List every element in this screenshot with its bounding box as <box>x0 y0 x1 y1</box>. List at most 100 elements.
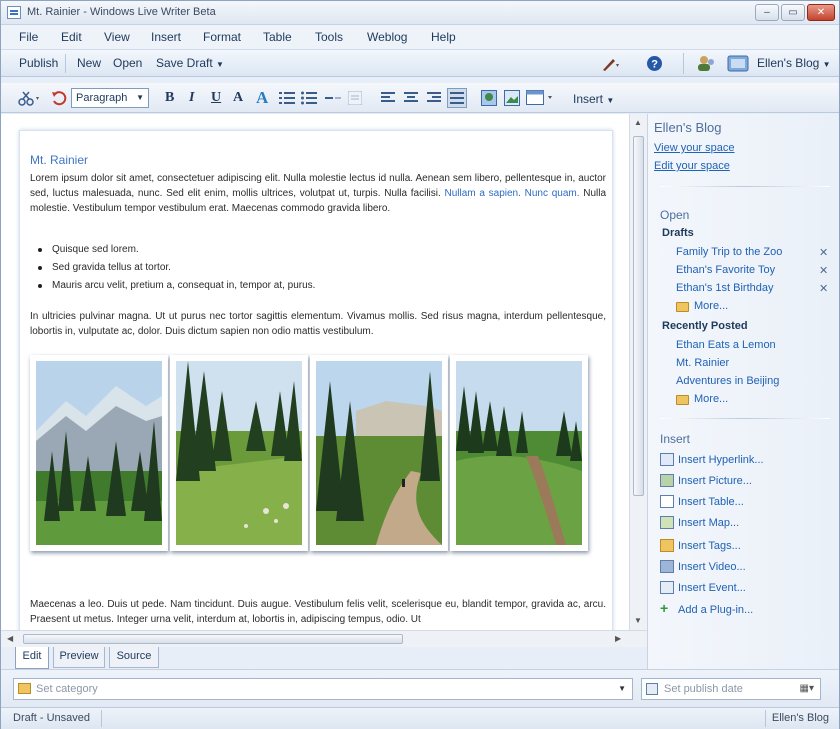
recent-post-item[interactable]: Ethan Eats a Lemon <box>676 339 776 351</box>
insert-hyperlink-link[interactable]: Insert Hyperlink... <box>678 454 764 466</box>
menu-format[interactable]: Format <box>203 30 241 44</box>
folder-icon <box>676 302 689 312</box>
date-picker-icon[interactable]: ▦▾ <box>800 679 814 699</box>
blog-icon[interactable] <box>727 55 749 72</box>
category-field[interactable]: Set category ▼ <box>13 678 633 700</box>
editor-vertical-scrollbar[interactable]: ▲ ▼ <box>629 114 647 630</box>
draft-item[interactable]: Ethan's 1st Birthday <box>676 282 774 294</box>
blockquote-icon[interactable] <box>348 91 362 105</box>
add-plugin-link[interactable]: Add a Plug-in... <box>678 604 753 616</box>
post-paragraph-1[interactable]: Lorem ipsum dolor sit amet, consectetuer… <box>30 171 606 216</box>
scroll-thumb[interactable] <box>633 136 644 496</box>
delete-draft-icon[interactable]: ✕ <box>819 246 828 259</box>
recent-more-link[interactable]: More... <box>694 393 728 405</box>
bullet-list-icon[interactable] <box>301 91 317 105</box>
save-draft-button[interactable]: Save Draft ▼ <box>156 56 224 70</box>
photo-trail[interactable] <box>310 355 448 551</box>
paragraph-style-select[interactable]: Paragraph ▼ <box>71 88 149 108</box>
post-title[interactable]: Mt. Rainier <box>30 153 88 167</box>
editor-area[interactable]: Mt. Rainier Lorem ipsum dolor sit amet, … <box>1 114 629 630</box>
undo-icon[interactable] <box>51 90 67 106</box>
style-brush-icon[interactable] <box>601 56 621 72</box>
post-paragraph-2[interactable]: In ultricies pulvinar magna. Ut ut purus… <box>30 309 606 339</box>
paragraph-style-value: Paragraph <box>76 92 128 104</box>
cut-icon[interactable] <box>17 91 43 107</box>
list-item[interactable]: Mauris arcu velit, pretium a, consequat … <box>30 277 590 295</box>
menu-edit[interactable]: Edit <box>61 30 82 44</box>
close-button[interactable]: ✕ <box>807 4 835 21</box>
photo-hillside[interactable] <box>450 355 588 551</box>
tab-edit[interactable]: Edit <box>15 647 49 669</box>
insert-table-icon[interactable] <box>526 90 554 106</box>
bullet-list[interactable]: Quisque sed lorem. Sed gravida tellus at… <box>30 241 590 295</box>
draft-item[interactable]: Ethan's Favorite Toy <box>676 264 775 276</box>
edit-space-link[interactable]: Edit your space <box>654 160 730 172</box>
numbered-list-icon[interactable] <box>279 91 295 105</box>
chevron-down-icon: ▼ <box>216 60 224 69</box>
font-size-button[interactable]: A <box>256 88 268 108</box>
insert-tags-link[interactable]: Insert Tags... <box>678 540 741 552</box>
view-space-link[interactable]: View your space <box>654 142 735 154</box>
insert-video-link[interactable]: Insert Video... <box>678 561 746 573</box>
menu-weblog[interactable]: Weblog <box>367 30 407 44</box>
scroll-up-icon[interactable]: ▲ <box>634 118 642 127</box>
picture-icon <box>660 474 674 487</box>
maximize-button[interactable]: ▭ <box>781 4 805 21</box>
insert-menu-button[interactable]: Insert ▼ <box>573 92 614 106</box>
menu-file[interactable]: File <box>19 30 38 44</box>
insert-table-link[interactable]: Insert Table... <box>678 496 744 508</box>
tab-source[interactable]: Source <box>109 647 159 668</box>
recent-post-item[interactable]: Mt. Rainier <box>676 357 729 369</box>
post-properties-bar: Set category ▼ Set publish date ▦▾ <box>1 669 839 707</box>
insert-picture-icon[interactable] <box>481 90 497 106</box>
underline-button[interactable]: U <box>211 90 221 106</box>
insert-event-link[interactable]: Insert Event... <box>678 582 746 594</box>
new-button[interactable]: New <box>77 56 101 70</box>
paragraph-link[interactable]: Nunc quam. <box>525 188 580 199</box>
draft-item[interactable]: Family Trip to the Zoo <box>676 246 782 258</box>
scroll-left-icon[interactable]: ◀ <box>7 634 13 643</box>
scroll-thumb[interactable] <box>23 634 403 644</box>
photo-meadow[interactable] <box>170 355 308 551</box>
align-right-icon[interactable] <box>427 91 441 105</box>
tab-preview[interactable]: Preview <box>53 647 105 668</box>
list-item[interactable]: Sed gravida tellus at tortor. <box>30 259 590 277</box>
scroll-right-icon[interactable]: ▶ <box>615 634 621 643</box>
minimize-button[interactable]: – <box>755 4 779 21</box>
blog-selector[interactable]: Ellen's Blog ▼ <box>757 56 831 70</box>
menu-tools[interactable]: Tools <box>315 30 343 44</box>
bold-button[interactable]: B <box>165 90 174 106</box>
publish-button[interactable]: Publish <box>19 56 58 70</box>
publish-date-field[interactable]: Set publish date ▦▾ <box>641 678 821 700</box>
justify-icon[interactable] <box>447 88 467 108</box>
insert-picture-link[interactable]: Insert Picture... <box>678 475 752 487</box>
hyperlink-icon[interactable] <box>324 92 342 104</box>
scroll-down-icon[interactable]: ▼ <box>634 616 642 625</box>
account-icon[interactable] <box>695 54 717 73</box>
open-button[interactable]: Open <box>113 56 142 70</box>
list-item[interactable]: Quisque sed lorem. <box>30 241 590 259</box>
insert-map-link[interactable]: Insert Map... <box>678 517 739 529</box>
help-icon[interactable]: ? <box>646 55 663 72</box>
editor-horizontal-scrollbar[interactable]: ◀ ▶ <box>1 630 647 647</box>
photo-mountain[interactable] <box>30 355 168 551</box>
delete-draft-icon[interactable]: ✕ <box>819 282 828 295</box>
menu-insert[interactable]: Insert <box>151 30 181 44</box>
chevron-down-icon[interactable]: ▼ <box>618 679 626 699</box>
delete-draft-icon[interactable]: ✕ <box>819 264 828 277</box>
paragraph-link[interactable]: Nullam a sapien. <box>445 188 521 199</box>
chevron-down-icon: ▼ <box>136 93 144 102</box>
font-color-button[interactable]: A <box>233 90 243 106</box>
italic-button[interactable]: I <box>189 90 194 106</box>
menu-help[interactable]: Help <box>431 30 456 44</box>
drafts-more-link[interactable]: More... <box>694 300 728 312</box>
recent-post-item[interactable]: Adventures in Beijing <box>676 375 779 387</box>
menu-view[interactable]: View <box>104 30 130 44</box>
post-paragraph-3[interactable]: Maecenas a leo. Duis ut pede. Nam tincid… <box>30 597 606 627</box>
menu-table[interactable]: Table <box>263 30 292 44</box>
align-center-icon[interactable] <box>404 91 418 105</box>
align-left-icon[interactable] <box>381 91 395 105</box>
post-page[interactable]: Mt. Rainier Lorem ipsum dolor sit amet, … <box>19 130 613 630</box>
insert-image-icon[interactable] <box>504 90 520 106</box>
sidebar: Ellen's Blog View your space Edit your s… <box>647 114 839 704</box>
